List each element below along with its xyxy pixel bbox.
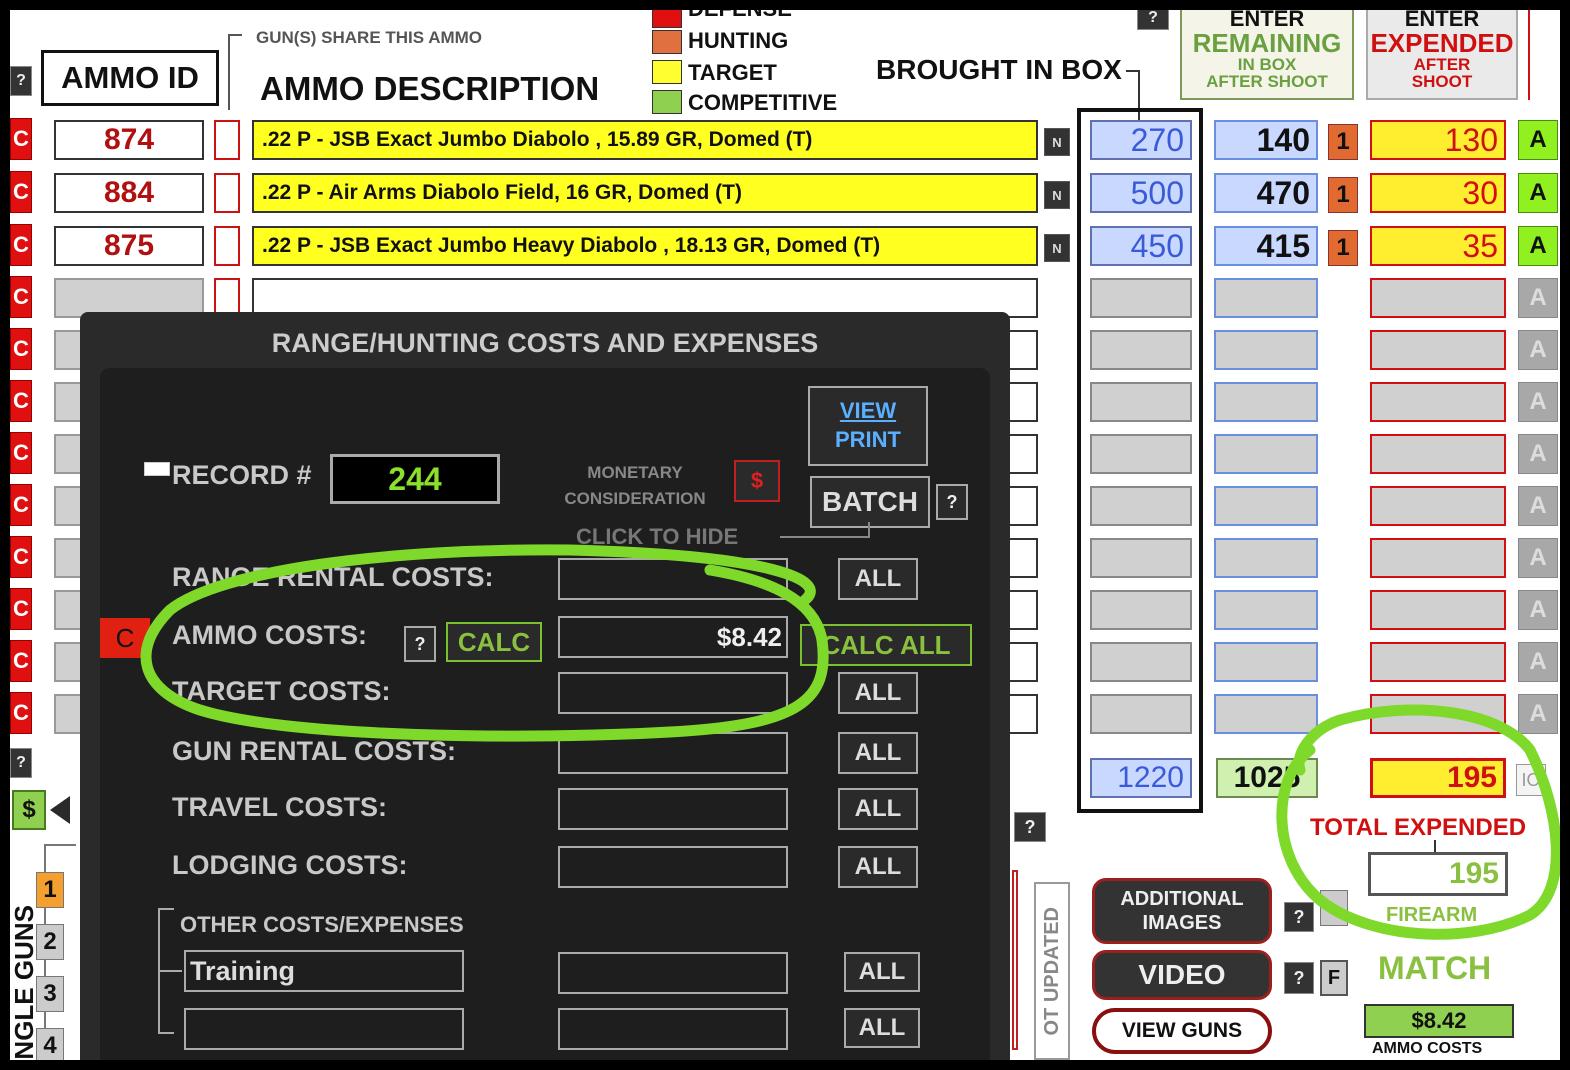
ammo-log-window: ? AMMO ID GUN(S) SHARE THIS AMMO AMMO DE… — [10, 10, 1560, 1060]
annotation-circle-total-expended — [1276, 704, 1560, 940]
annotation-layer — [140, 544, 1560, 940]
annotation-circle-ammo-costs — [140, 544, 829, 742]
